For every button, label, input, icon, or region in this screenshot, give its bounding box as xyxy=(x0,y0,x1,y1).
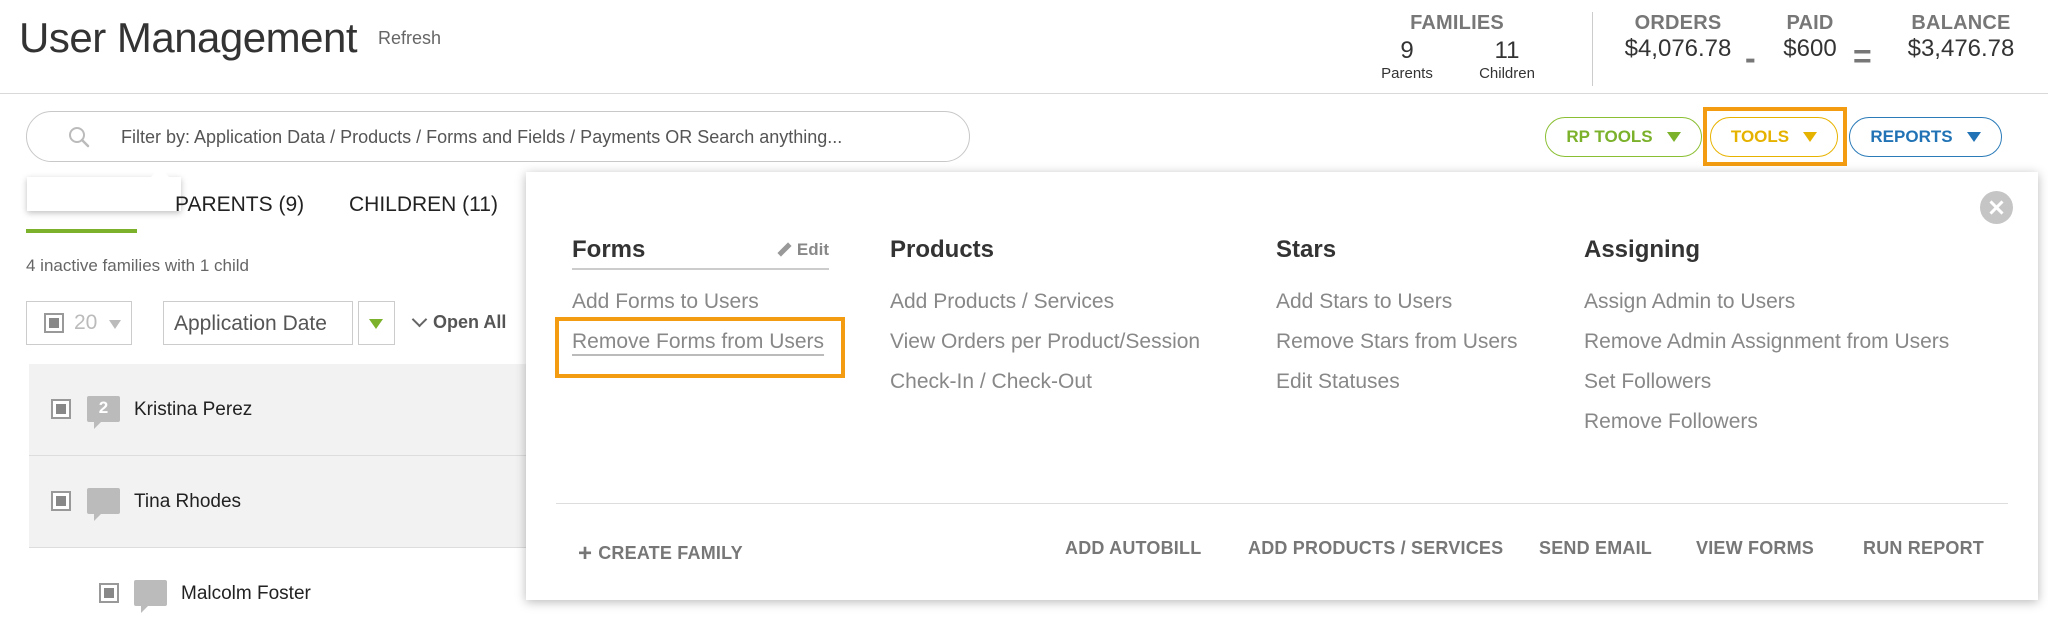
caret-down-icon xyxy=(1966,132,1981,142)
reports-button[interactable]: REPORTS xyxy=(1849,117,2002,157)
products-column: Products Add Products / Services View Or… xyxy=(890,236,1200,402)
stars-title: Stars xyxy=(1276,236,1337,263)
tab-parents[interactable]: PARENTS (9) xyxy=(175,193,304,217)
families-label: FAMILIES xyxy=(1410,12,1504,34)
balance-stat: BALANCE $3,476.78 xyxy=(1896,12,2026,63)
menu-item-edit-statuses[interactable]: Edit Statuses xyxy=(1276,362,1518,402)
plus-icon: + xyxy=(578,540,593,567)
sort-field-select[interactable]: Application Date xyxy=(163,301,353,345)
minus-sign: - xyxy=(1745,40,1756,76)
tools-button-highlight xyxy=(1703,107,1847,166)
assigning-title: Assigning xyxy=(1584,236,1701,263)
page-header: User Management Refresh FAMILIES 9 Paren… xyxy=(0,0,2048,94)
inactive-families-info: 4 inactive families with 1 child xyxy=(26,256,249,275)
menu-item-remove-followers[interactable]: Remove Followers xyxy=(1584,402,1949,442)
family-name[interactable]: Tina Rhodes xyxy=(134,491,241,513)
remove-forms-highlight xyxy=(555,317,845,378)
create-family-button[interactable]: + CREATE FAMILY xyxy=(578,538,743,567)
list-item[interactable]: Malcolm Foster xyxy=(29,548,549,634)
list-item[interactable]: 2 Kristina Perez xyxy=(29,364,549,456)
balance-value: $3,476.78 xyxy=(1907,35,2015,62)
tooltip xyxy=(27,168,181,211)
open-all-label: Open All xyxy=(433,312,507,332)
menu-item-view-orders[interactable]: View Orders per Product/Session xyxy=(890,322,1200,362)
edit-label: Edit xyxy=(796,240,829,259)
paid-value: $600 xyxy=(1783,35,1837,62)
header-divider xyxy=(1592,12,1593,86)
stars-column: Stars Add Stars to Users Remove Stars fr… xyxy=(1276,236,1518,402)
page-size-value: 20 xyxy=(74,311,98,334)
panel-divider xyxy=(556,503,2008,504)
row-checkbox[interactable] xyxy=(99,583,119,603)
balance-label: BALANCE xyxy=(1911,12,2011,34)
refresh-link[interactable]: Refresh xyxy=(378,28,441,49)
send-email-button[interactable]: SEND EMAIL xyxy=(1539,538,1652,559)
children-count: 11 xyxy=(1494,37,1520,64)
page-size-select[interactable]: 20 xyxy=(26,301,132,345)
orders-stat: ORDERS $4,076.78 xyxy=(1618,12,1738,63)
equals-sign: = xyxy=(1853,38,1872,74)
create-family-label: CREATE FAMILY xyxy=(598,543,743,563)
search-input[interactable] xyxy=(121,124,941,150)
rp-tools-label: RP TOOLS xyxy=(1566,127,1653,146)
menu-item-check-in-out[interactable]: Check-In / Check-Out xyxy=(890,362,1200,402)
menu-item-add-products[interactable]: Add Products / Services xyxy=(890,282,1200,322)
search-bar xyxy=(26,111,970,162)
menu-item-add-forms[interactable]: Add Forms to Users xyxy=(572,282,829,322)
forms-header: Forms Edit xyxy=(572,236,829,270)
caret-down-icon xyxy=(109,320,121,329)
paid-label: PAID xyxy=(1786,12,1834,34)
orders-label: ORDERS xyxy=(1634,12,1722,34)
caret-down-icon xyxy=(1666,132,1681,142)
message-icon[interactable] xyxy=(134,580,167,613)
row-checkbox[interactable] xyxy=(51,399,71,419)
caret-down-icon xyxy=(369,319,383,329)
edit-forms-link[interactable]: Edit xyxy=(777,236,829,264)
chevron-down-icon xyxy=(411,311,428,328)
menu-item-assign-admin[interactable]: Assign Admin to Users xyxy=(1584,282,1949,322)
forms-title: Forms xyxy=(572,236,646,263)
sort-direction-button[interactable] xyxy=(358,301,395,345)
menu-item-set-followers[interactable]: Set Followers xyxy=(1584,362,1949,402)
orders-value: $4,076.78 xyxy=(1624,35,1732,62)
families-stat: FAMILIES 9 Parents 11 Children xyxy=(1362,12,1552,82)
reports-label: REPORTS xyxy=(1870,127,1953,146)
family-name[interactable]: Kristina Perez xyxy=(134,399,252,421)
message-icon[interactable] xyxy=(87,488,120,521)
parents-count: 9 xyxy=(1400,37,1414,64)
parents-label: Parents xyxy=(1381,65,1433,82)
products-title: Products xyxy=(890,236,995,263)
menu-item-remove-stars[interactable]: Remove Stars from Users xyxy=(1276,322,1518,362)
children-label: Children xyxy=(1479,65,1535,82)
search-icon xyxy=(69,127,90,148)
pencil-icon xyxy=(777,242,792,257)
paid-stat: PAID $600 xyxy=(1772,12,1848,63)
add-products-button[interactable]: ADD PRODUCTS / SERVICES xyxy=(1248,538,1503,559)
add-autobill-button[interactable]: ADD AUTOBILL xyxy=(1065,538,1201,559)
page-title: User Management xyxy=(19,14,358,61)
close-icon[interactable] xyxy=(1980,191,2013,224)
list-item[interactable]: Tina Rhodes xyxy=(29,456,549,548)
rp-tools-button[interactable]: RP TOOLS xyxy=(1545,117,1702,157)
menu-item-remove-admin[interactable]: Remove Admin Assignment from Users xyxy=(1584,322,1949,362)
message-count: 2 xyxy=(98,398,109,417)
message-icon[interactable]: 2 xyxy=(87,396,120,429)
view-forms-button[interactable]: VIEW FORMS xyxy=(1696,538,1814,559)
row-checkbox[interactable] xyxy=(51,491,71,511)
menu-item-add-stars[interactable]: Add Stars to Users xyxy=(1276,282,1518,322)
child-name[interactable]: Malcolm Foster xyxy=(181,583,311,605)
open-all-button[interactable]: Open All xyxy=(411,311,507,333)
select-all-checkbox[interactable] xyxy=(44,313,64,333)
tab-children[interactable]: CHILDREN (11) xyxy=(349,193,498,217)
assigning-column: Assigning Assign Admin to Users Remove A… xyxy=(1584,236,1949,442)
tools-dropdown-panel: Forms Edit Add Forms to Users Remove For… xyxy=(526,172,2038,600)
run-report-button[interactable]: RUN REPORT xyxy=(1863,538,1984,559)
